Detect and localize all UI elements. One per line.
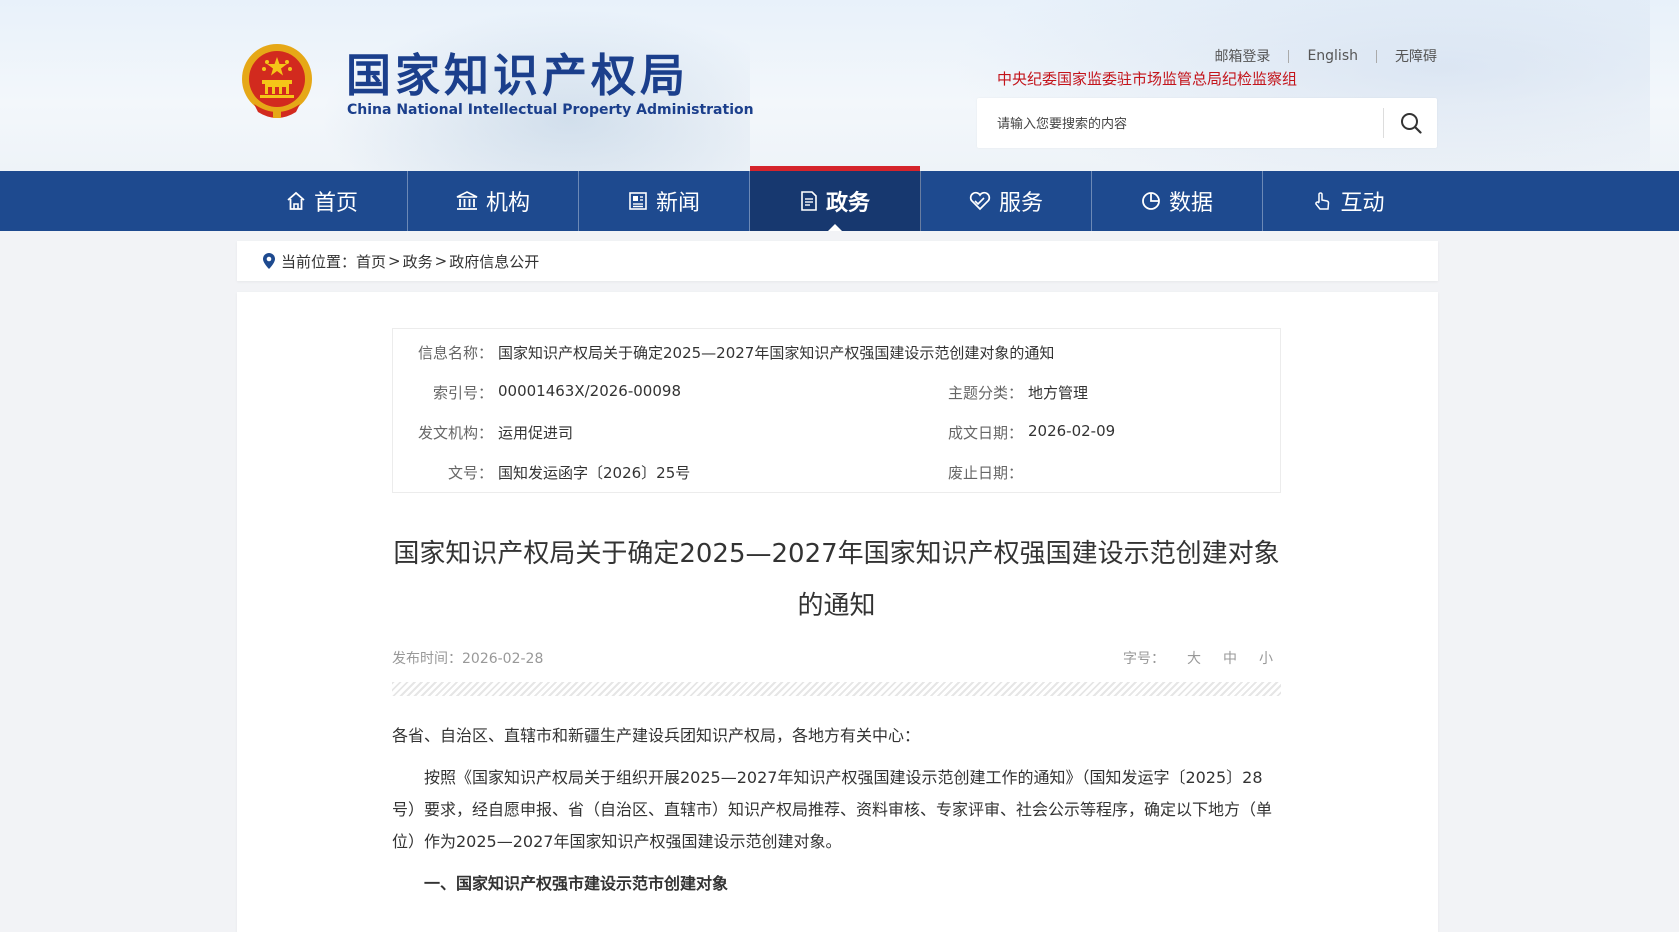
link-divider [1376, 49, 1377, 63]
breadcrumb-home[interactable]: 首页 [356, 251, 386, 272]
decorative-divider [392, 682, 1281, 696]
date-label: 成文日期： [947, 424, 1023, 442]
article-body: 各省、自治区、直辖市和新疆生产建设兵团知识产权局，各地方有关中心： 按照《国家知… [392, 720, 1281, 900]
font-size-label: 字号： [1123, 651, 1165, 667]
search-box [977, 98, 1437, 150]
abolish-label: 废止日期： [947, 464, 1023, 482]
issuer-label: 发文机构： [417, 424, 493, 442]
topic-label: 主题分类： [947, 384, 1023, 402]
font-size-medium-button[interactable]: 中 [1223, 648, 1237, 668]
nav-label: 首页 [313, 191, 358, 216]
font-size-switcher: 字号： 大 中 小 [1123, 648, 1273, 668]
supervision-link[interactable]: 中央纪委国家监委驻市场监管总局纪检监察组 [997, 68, 1297, 89]
accessibility-link[interactable]: 无障碍 [1395, 46, 1437, 66]
info-name-value: 国家知识产权局关于确定2025—2027年国家知识产权强国建设示范创建对象的通知 [498, 344, 1055, 362]
site-logo-english[interactable]: China National Intellectual Property Adm… [347, 102, 754, 118]
breadcrumb-label: 当前位置： [281, 252, 357, 271]
article-title-line1: 国家知识产权局关于确定2025—2027年国家知识产权强国建设示范创建对象 [393, 539, 1280, 569]
article-paragraph: 按照《国家知识产权局关于组织开展2025—2027年知识产权强国建设示范创建工作… [392, 768, 1273, 851]
nav-label: 政务 [825, 191, 870, 216]
institution-icon [456, 191, 478, 210]
government-affairs-icon [801, 191, 817, 211]
article-title-line2: 的通知 [797, 591, 876, 621]
interaction-icon [1315, 192, 1330, 210]
topic-value: 地方管理 [1028, 384, 1089, 402]
link-divider [1288, 49, 1290, 63]
article-salutation: 各省、自治区、直辖市和新疆生产建设兵团知识产权局，各地方有关中心： [392, 726, 921, 745]
site-logo-chinese[interactable]: 国家知识产权局 [346, 46, 689, 106]
publish-date: 发布时间：2026-02-28 [392, 651, 544, 667]
docno-label: 文号： [447, 464, 493, 482]
breadcrumb-gov-info[interactable]: 政府信息公开 [449, 251, 539, 272]
index-label: 索引号： [432, 384, 493, 402]
breadcrumb-government-affairs[interactable]: 政务 [403, 251, 433, 272]
issuer-value: 运用促进司 [498, 424, 574, 442]
breadcrumb-separator: > [388, 252, 401, 270]
docno-value: 国知发运函字〔2026〕25号 [498, 464, 691, 482]
font-size-small-button[interactable]: 小 [1259, 648, 1273, 668]
location-pin-icon [263, 253, 275, 269]
service-icon [969, 191, 991, 211]
search-button[interactable] [1385, 98, 1437, 148]
search-input[interactable] [995, 98, 1359, 150]
document-metadata-table: 信息名称： 国家知识产权局关于确定2025—2027年国家知识产权强国建设示范创… [392, 328, 1281, 493]
info-name-label: 信息名称： [417, 344, 493, 362]
breadcrumb: 当前位置： 首页 > 政务 > 政府信息公开 [237, 241, 1438, 281]
nav-item-government-affairs[interactable]: 政务 [750, 166, 921, 231]
home-icon [287, 191, 305, 210]
article-card: 信息名称： 国家知识产权局关于确定2025—2027年国家知识产权强国建设示范创… [237, 292, 1438, 932]
nav-item-data[interactable]: 数据 [1092, 171, 1263, 231]
search-icon [1401, 113, 1422, 134]
english-link[interactable]: English [1307, 48, 1358, 64]
nav-label: 新闻 [655, 191, 700, 216]
publish-row: 发布时间：2026-02-28 字号： 大 中 小 [392, 648, 1281, 668]
nav-label: 数据 [1168, 191, 1213, 216]
nav-item-home[interactable]: 首页 [237, 171, 408, 231]
font-size-large-button[interactable]: 大 [1187, 648, 1201, 668]
nav-label: 互动 [1340, 191, 1385, 216]
nav-item-interaction[interactable]: 互动 [1263, 171, 1434, 231]
nav-label: 机构 [485, 191, 530, 216]
breadcrumb-separator: > [434, 252, 448, 270]
nav-item-service[interactable]: 服务 [921, 171, 1092, 231]
nav-item-institution[interactable]: 机构 [408, 171, 579, 231]
main-navigation: 首页 机构 新闻 政务 服务 数据 互动 [0, 166, 1679, 231]
news-icon [629, 192, 647, 210]
nav-label: 服务 [998, 191, 1043, 216]
nav-item-news[interactable]: 新闻 [579, 171, 750, 231]
article-section-heading: 一、国家知识产权强市建设示范市创建对象 [424, 874, 729, 893]
top-links: 邮箱登录 English 无障碍 [1214, 46, 1437, 66]
date-value: 2026-02-09 [1028, 422, 1116, 440]
index-value: 00001463X/2026-00098 [498, 382, 681, 400]
national-emblem-icon [242, 44, 312, 118]
search-divider [1383, 108, 1384, 138]
data-icon [1142, 192, 1160, 210]
mail-login-link[interactable]: 邮箱登录 [1214, 46, 1270, 66]
article-title: 国家知识产权局关于确定2025—2027年国家知识产权强国建设示范创建对象 的通… [392, 528, 1281, 632]
site-header: 国家知识产权局 China National Intellectual Prop… [0, 0, 1679, 171]
